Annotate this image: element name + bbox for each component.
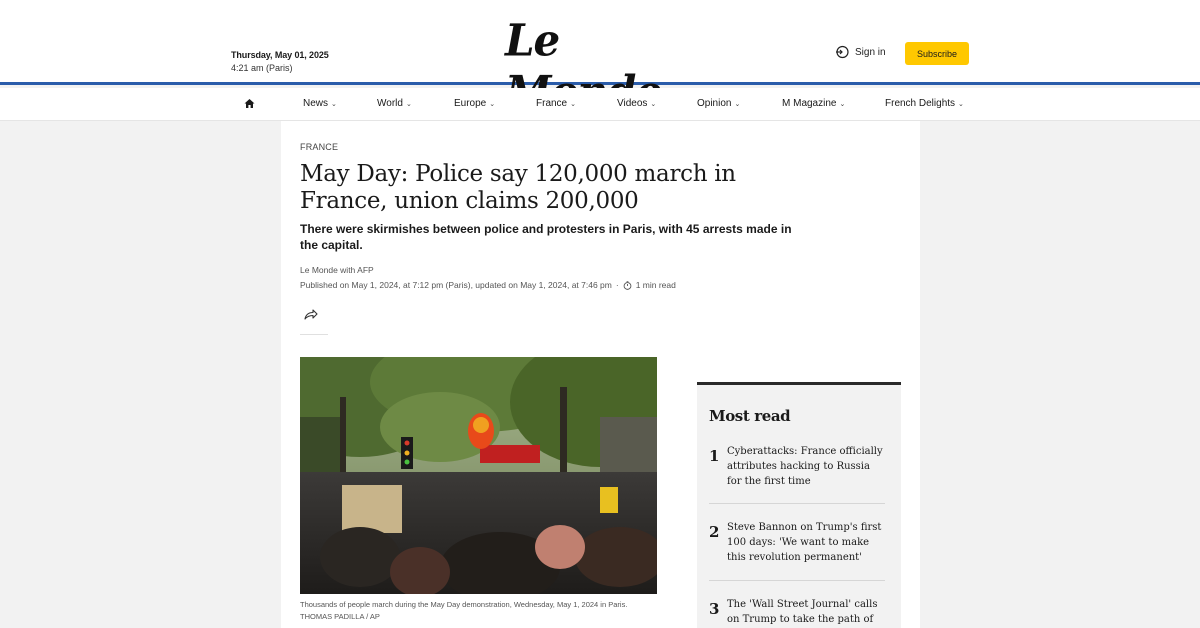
current-time: 4:21 am (Paris) [231,63,293,73]
nav-label: M Magazine [782,98,837,109]
chevron-down-icon: ⌄ [650,100,657,108]
article-meta: Published on May 1, 2024, at 7:12 pm (Pa… [300,280,676,290]
divider [709,580,885,581]
chevron-down-icon: ⌄ [489,100,496,108]
date-block: Thursday, May 01, 2025 4:21 am (Paris) [231,50,329,73]
nav-item-videos[interactable]: Videos ⌄ [617,98,656,109]
chevron-down-icon: ⌄ [331,100,337,108]
most-read-panel: Most read 1 Cyberattacks: France officia… [697,382,901,628]
chevron-down-icon: ⌄ [570,100,576,108]
rank-number: 1 [709,447,720,465]
chevron-down-icon: ⌄ [734,100,741,108]
article-byline: Le Monde with AFP [300,265,374,275]
nav-item-news[interactable]: News ⌄ [303,98,337,109]
meta-separator: · [615,280,619,290]
nav-label: Videos [617,98,648,109]
read-time: 1 min read [635,280,676,290]
nav-item-world[interactable]: World ⌄ [377,98,412,109]
nav-item-europe[interactable]: Europe ⌄ [454,98,495,109]
chevron-down-icon: ⌄ [405,100,412,108]
nav-item-french-delights[interactable]: French Delights ⌄ [885,98,964,109]
current-date: Thursday, May 01, 2025 [231,50,329,60]
most-read-link[interactable]: Cyberattacks: France officially attribut… [727,444,887,489]
site-header: Thursday, May 01, 2025 4:21 am (Paris) L… [0,0,1200,118]
share-icon[interactable] [303,307,319,321]
rank-number: 3 [709,600,720,618]
home-icon[interactable] [243,97,256,110]
most-read-title: Most read [709,407,791,425]
most-read-link[interactable]: Steve Bannon on Trump's first 100 days: … [727,520,887,565]
article-kicker[interactable]: FRANCE [300,142,338,152]
rank-number: 2 [709,523,720,541]
nav-item-france[interactable]: France ⌄ [536,98,576,109]
signin-icon [836,45,849,59]
signin-link[interactable]: Sign in [835,45,886,59]
site-logo[interactable]: Le Monde [505,15,695,118]
chevron-down-icon: ⌄ [839,100,846,108]
clock-icon [623,280,632,290]
protest-crowd-image [300,357,657,594]
nav-item-opinion[interactable]: Opinion ⌄ [697,98,740,109]
divider [709,503,885,504]
divider [300,334,328,335]
nav-label: World [377,98,403,109]
article-standfirst: There were skirmishes between police and… [300,222,792,252]
publish-info: Published on May 1, 2024, at 7:12 pm (Pa… [300,280,612,290]
article-photo[interactable] [300,357,657,594]
most-read-link[interactable]: The 'Wall Street Journal' calls on Trump… [727,597,887,627]
nav-label: France [536,98,568,109]
nav-label: Opinion [697,98,732,109]
photo-caption: Thousands of people march during the May… [300,600,628,621]
article: FRANCE May Day: Police say 120,000 march… [281,121,920,628]
main-nav: News ⌄ World ⌄ Europe ⌄ France ⌄ Videos ⌄ Opi… [0,88,1200,121]
nav-label: Europe [454,98,487,109]
most-read-item[interactable]: 1 Cyberattacks: France officially attrib… [709,444,885,494]
article-headline: May Day: Police say 120,000 march in Fra… [300,161,736,214]
most-read-item[interactable]: 2 Steve Bannon on Trump's first 100 days… [709,520,885,570]
nav-label: French Delights [885,98,956,109]
nav-item-m-magazine[interactable]: M Magazine ⌄ [782,98,845,109]
signin-label: Sign in [855,46,886,58]
most-read-item[interactable]: 3 The 'Wall Street Journal' calls on Tru… [709,597,885,628]
nav-label: News [303,98,329,109]
chevron-down-icon: ⌄ [958,100,964,108]
subscribe-button[interactable]: Subscribe [905,42,969,65]
